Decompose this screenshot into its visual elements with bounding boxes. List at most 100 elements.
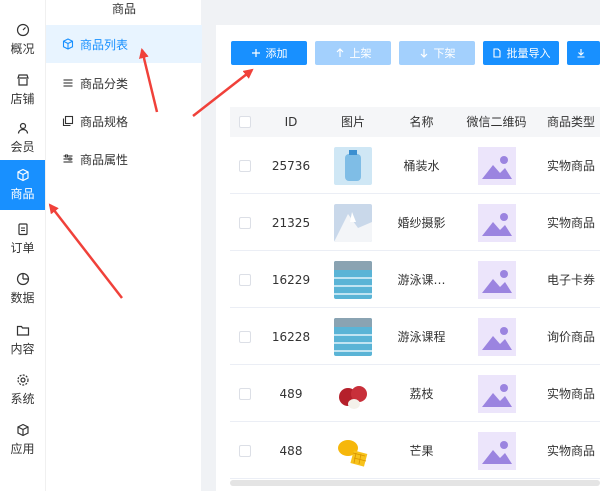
nav-item-label: 应用 <box>10 442 35 456</box>
table-row[interactable]: 16228 游泳课程 询价商品 <box>230 308 600 365</box>
export-button[interactable] <box>567 41 600 65</box>
image-placeholder-icon[interactable] <box>477 146 516 185</box>
user-icon <box>17 122 28 134</box>
cell-qrcode[interactable] <box>459 137 534 194</box>
image-placeholder-icon[interactable] <box>477 374 516 413</box>
cell-name: 芒果 <box>409 444 434 458</box>
primary-sidebar: 概况 店铺 会员 商品 订单 数据 内容 系统 应用 <box>0 0 45 491</box>
pie-chart-icon <box>16 272 29 286</box>
cell-type: 询价商品 <box>547 330 596 344</box>
cell-qrcode[interactable] <box>459 251 534 308</box>
copy-icon <box>62 115 74 127</box>
nav-item-data[interactable]: 数据 <box>0 264 45 314</box>
nav-item-overview[interactable]: 概况 <box>0 15 45 65</box>
cell-image[interactable] <box>322 308 384 365</box>
row-checkbox[interactable] <box>230 422 260 479</box>
goods-list-panel: 添加 上架 下架 批量导入 ID 图片 名称 微信二维码 商品类型 25736 桶… <box>216 25 600 491</box>
image-placeholder-icon[interactable] <box>477 431 516 470</box>
nav-item-content[interactable]: 内容 <box>0 315 45 365</box>
batch-import-label: 批量导入 <box>506 47 551 60</box>
product-thumbnail[interactable] <box>334 260 372 299</box>
row-checkbox[interactable] <box>230 251 260 308</box>
column-header-id: ID <box>284 115 298 129</box>
product-thumbnail[interactable] <box>334 431 372 470</box>
plus-icon <box>251 49 260 57</box>
table-row[interactable]: 16229 游泳课… 电子卡券 <box>230 251 600 308</box>
cell-id: 21325 <box>271 215 311 230</box>
secondary-sidebar: 商品 商品列表 商品分类 商品规格 商品属性 <box>45 0 202 491</box>
sub-nav-item-goods-category[interactable]: 商品分类 <box>46 64 202 102</box>
cell-name: 荔枝 <box>409 387 434 401</box>
product-thumbnail[interactable] <box>334 317 372 356</box>
shelf-down-label: 下架 <box>433 47 456 60</box>
image-placeholder-icon[interactable] <box>477 317 516 356</box>
sub-nav-title: 商品 <box>111 2 136 16</box>
table-row[interactable]: 489 荔枝 实物商品 <box>230 365 600 422</box>
store-icon <box>16 74 29 86</box>
nav-item-label: 概况 <box>10 42 35 56</box>
product-thumbnail[interactable] <box>334 203 372 242</box>
row-checkbox[interactable] <box>230 194 260 251</box>
sub-nav-item-goods-spec[interactable]: 商品规格 <box>46 102 202 140</box>
cell-image[interactable] <box>322 422 384 479</box>
clipboard-icon <box>17 223 28 236</box>
cell-type: 实物商品 <box>547 387 596 401</box>
file-icon <box>492 48 501 58</box>
batch-import-button[interactable]: 批量导入 <box>483 41 559 65</box>
cell-qrcode[interactable] <box>459 308 534 365</box>
nav-item-store[interactable]: 店铺 <box>0 65 45 115</box>
table-row[interactable]: 488 芒果 实物商品 <box>230 422 600 479</box>
cell-name: 桶装水 <box>403 159 440 173</box>
nav-item-label: 会员 <box>10 140 35 154</box>
row-checkbox[interactable] <box>230 308 260 365</box>
cell-id: 25736 <box>271 158 311 173</box>
row-checkbox[interactable] <box>230 137 260 194</box>
sub-nav-item-label: 商品分类 <box>80 76 129 91</box>
sub-nav-item-goods-list[interactable]: 商品列表 <box>46 25 202 63</box>
nav-item-label: 数据 <box>10 291 35 305</box>
nav-item-order[interactable]: 订单 <box>0 214 45 264</box>
nav-item-label: 订单 <box>10 241 35 255</box>
cell-image[interactable] <box>322 251 384 308</box>
cell-qrcode[interactable] <box>459 365 534 422</box>
product-thumbnail[interactable] <box>334 374 372 413</box>
arrow-down-icon <box>420 49 427 58</box>
column-header-qrcode: 微信二维码 <box>466 115 527 129</box>
cube-icon <box>62 38 74 50</box>
arrow-up-icon <box>336 48 343 57</box>
sub-nav-item-label: 商品属性 <box>80 152 129 167</box>
cell-image[interactable] <box>322 194 384 251</box>
cell-type: 实物商品 <box>547 216 596 230</box>
cell-qrcode[interactable] <box>459 422 534 479</box>
nav-item-label: 内容 <box>10 342 35 356</box>
sub-nav-item-label: 商品列表 <box>80 37 129 52</box>
cell-image[interactable] <box>322 365 384 422</box>
horizontal-scrollbar[interactable] <box>230 480 600 486</box>
cell-image[interactable] <box>322 137 384 194</box>
cell-qrcode[interactable] <box>459 194 534 251</box>
shelf-up-button[interactable]: 上架 <box>315 41 391 65</box>
dashboard-icon <box>16 23 29 37</box>
add-button[interactable]: 添加 <box>231 41 307 65</box>
nav-item-system[interactable]: 系统 <box>0 365 45 415</box>
shelf-down-button[interactable]: 下架 <box>399 41 475 65</box>
nav-item-label: 商品 <box>10 187 35 201</box>
product-thumbnail[interactable] <box>334 146 372 185</box>
table-row[interactable]: 25736 桶装水 实物商品 <box>230 137 600 194</box>
image-placeholder-icon[interactable] <box>477 260 516 299</box>
gear-icon <box>16 374 29 386</box>
nav-item-goods[interactable]: 商品 <box>0 160 45 210</box>
cube-outline-icon <box>16 423 29 437</box>
list-icon <box>63 79 73 87</box>
nav-item-apps[interactable]: 应用 <box>0 415 45 465</box>
nav-item-member[interactable]: 会员 <box>0 113 45 163</box>
nav-item-label: 系统 <box>10 392 35 406</box>
row-checkbox[interactable] <box>230 365 260 422</box>
select-all-checkbox[interactable] <box>230 107 260 137</box>
image-placeholder-icon[interactable] <box>477 203 516 242</box>
table-row[interactable]: 21325 婚纱摄影 实物商品 <box>230 194 600 251</box>
column-header-image: 图片 <box>340 115 365 129</box>
column-header-type: 商品类型 <box>547 115 596 129</box>
sub-nav-item-label: 商品规格 <box>80 114 129 129</box>
sub-nav-item-goods-attr[interactable]: 商品属性 <box>46 140 202 178</box>
